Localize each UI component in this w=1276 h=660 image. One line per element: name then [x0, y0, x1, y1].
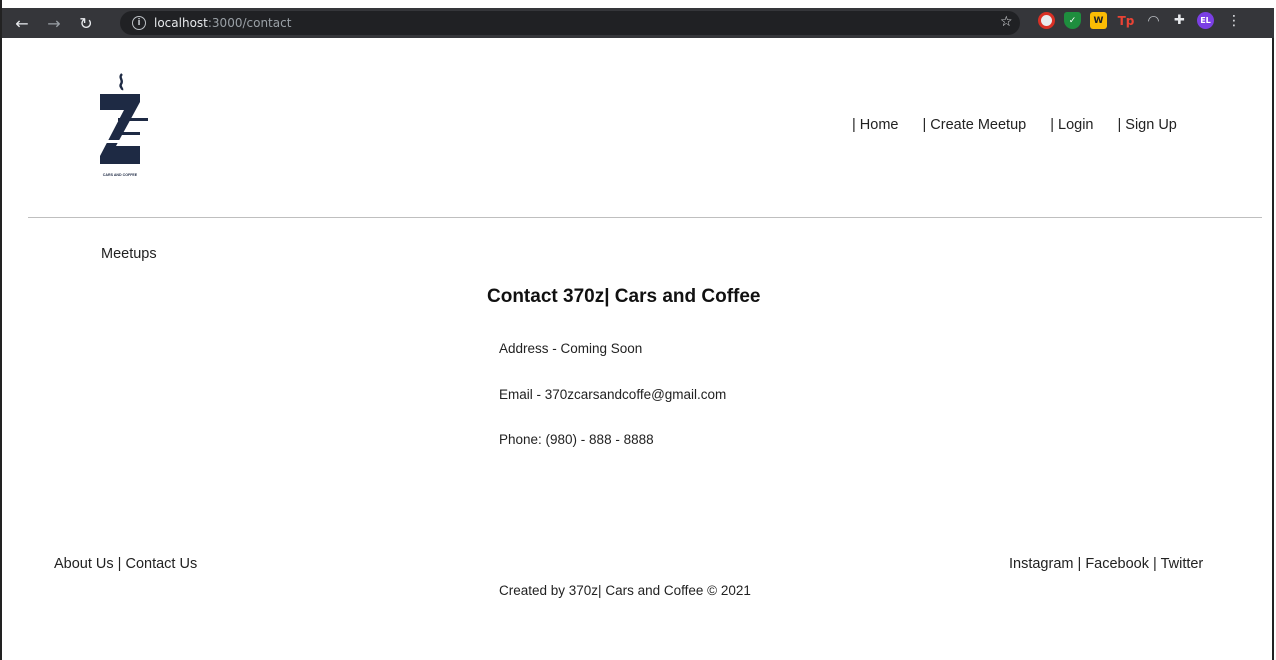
w-icon[interactable]: W: [1090, 12, 1107, 29]
footer-copyright: Created by 370z| Cars and Coffee © 2021: [499, 583, 751, 598]
nav-signup-link[interactable]: | Sign Up: [1117, 117, 1176, 133]
block-icon[interactable]: [1038, 12, 1055, 29]
top-navigation: | Home | Create Meetup | Login | Sign Up: [852, 117, 1177, 133]
nav-home-link[interactable]: | Home: [852, 117, 898, 133]
browser-toolbar: ← → ↻ i localhost :3000/contact ☆ ✓ W Tp…: [2, 8, 1274, 38]
arc-icon[interactable]: ◠: [1145, 12, 1162, 29]
footer-twitter-link[interactable]: Twitter: [1161, 556, 1204, 572]
nav-login-link[interactable]: | Login: [1050, 117, 1093, 133]
site-logo[interactable]: CARS AND COFFEE: [84, 70, 156, 182]
page-title: Contact 370z| Cars and Coffee: [487, 286, 761, 307]
footer-about-link[interactable]: About Us: [54, 556, 114, 572]
header-divider: [28, 217, 1262, 218]
contact-address: Address - Coming Soon: [499, 341, 643, 356]
puzzle-icon[interactable]: ✚: [1171, 12, 1188, 29]
footer-contact-link[interactable]: Contact Us: [125, 556, 197, 572]
url-host: localhost: [154, 16, 208, 30]
back-icon[interactable]: ←: [10, 11, 34, 35]
footer-separator: |: [113, 556, 126, 572]
footer-facebook-link[interactable]: Facebook: [1085, 556, 1149, 572]
footer-left-links: About Us | Contact Us: [54, 556, 197, 572]
profile-avatar[interactable]: EL: [1197, 12, 1214, 29]
frame-right-border: [1272, 0, 1274, 660]
chrome-top-strip: [2, 0, 1274, 8]
reload-icon[interactable]: ↻: [74, 11, 98, 35]
extensions-bar: ✓ W Tp ◠ ✚ EL ⋮: [1038, 12, 1241, 29]
shield-icon[interactable]: ✓: [1064, 12, 1081, 29]
logo-z-icon: CARS AND COFFEE: [100, 73, 148, 177]
footer-separator: |: [1073, 556, 1086, 572]
footer-separator: |: [1149, 556, 1161, 572]
logo-tagline: CARS AND COFFEE: [103, 173, 138, 177]
frame-left-border: [0, 0, 2, 660]
address-bar[interactable]: i localhost :3000/contact: [120, 11, 1020, 35]
footer-social-links: Instagram | Facebook | Twitter: [1009, 556, 1203, 572]
browser-chrome: ← → ↻ i localhost :3000/contact ☆ ✓ W Tp…: [2, 0, 1274, 38]
contact-phone: Phone: (980) - 888 - 8888: [499, 432, 654, 447]
footer-instagram-link[interactable]: Instagram: [1009, 556, 1073, 572]
contact-email: Email - 370zcarsandcoffe@gmail.com: [499, 387, 727, 402]
kebab-menu-icon[interactable]: ⋮: [1227, 13, 1241, 29]
url-path: :3000/contact: [207, 16, 292, 30]
site-info-icon[interactable]: i: [132, 16, 146, 30]
forward-icon[interactable]: →: [42, 11, 66, 35]
bookmark-star-icon[interactable]: ☆: [1000, 14, 1013, 30]
nav-create-meetup-link[interactable]: | Create Meetup: [922, 117, 1026, 133]
tp-icon[interactable]: Tp: [1116, 12, 1136, 29]
meetups-link[interactable]: Meetups: [101, 246, 157, 262]
